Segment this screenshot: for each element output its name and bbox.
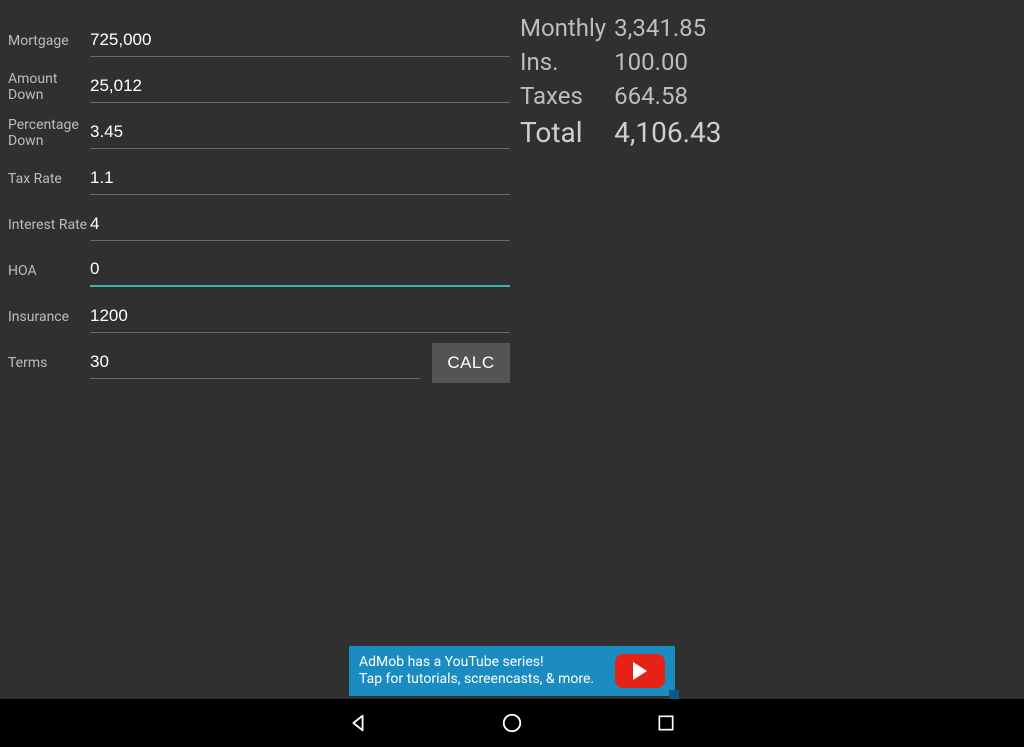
youtube-icon xyxy=(615,654,665,688)
result-row-ins: Ins. 100.00 xyxy=(520,48,729,82)
label-tax-rate: Tax Rate xyxy=(0,171,90,187)
hoa-input[interactable] xyxy=(90,255,510,287)
result-row-taxes: Taxes 664.58 xyxy=(520,82,729,116)
ad-text: AdMob has a YouTube series! Tap for tuto… xyxy=(359,654,607,689)
label-hoa: HOA xyxy=(0,263,90,279)
row-amount-down: Amount Down xyxy=(0,64,510,110)
result-label-taxes: Taxes xyxy=(520,82,614,116)
ad-banner[interactable]: AdMob has a YouTube series! Tap for tuto… xyxy=(349,646,675,696)
result-row-total: Total 4,106.43 xyxy=(520,116,729,155)
insurance-input[interactable] xyxy=(90,302,510,333)
amount-down-input[interactable] xyxy=(90,72,510,103)
result-row-monthly: Monthly 3,341.85 xyxy=(520,14,729,48)
row-percent-down: Percentage Down xyxy=(0,110,510,156)
percent-down-input[interactable] xyxy=(90,118,510,149)
ad-line2: Tap for tutorials, screencasts, & more. xyxy=(359,671,607,689)
results-panel: Monthly 3,341.85 Ins. 100.00 Taxes 664.5… xyxy=(520,14,729,155)
play-icon xyxy=(633,662,647,680)
interest-rate-input[interactable] xyxy=(90,210,510,241)
label-amount-down: Amount Down xyxy=(0,71,90,103)
result-value-total: 4,106.43 xyxy=(614,116,729,155)
result-value-taxes: 664.58 xyxy=(614,82,729,116)
row-mortgage: Mortgage xyxy=(0,18,510,64)
nav-home-button[interactable] xyxy=(500,711,524,735)
label-mortgage: Mortgage xyxy=(0,33,90,49)
nav-recent-button[interactable] xyxy=(654,711,678,735)
label-percent-down: Percentage Down xyxy=(0,117,90,149)
row-insurance: Insurance xyxy=(0,294,510,340)
row-interest-rate: Interest Rate xyxy=(0,202,510,248)
row-hoa: HOA xyxy=(0,248,510,294)
form-panel: Mortgage Amount Down Percentage Down Tax… xyxy=(0,18,510,386)
label-insurance: Insurance xyxy=(0,309,90,325)
tax-rate-input[interactable] xyxy=(90,164,510,195)
nav-back-button[interactable] xyxy=(346,711,370,735)
result-label-total: Total xyxy=(520,116,614,155)
ad-line1: AdMob has a YouTube series! xyxy=(359,654,607,672)
result-value-ins: 100.00 xyxy=(614,48,729,82)
result-value-monthly: 3,341.85 xyxy=(614,14,729,48)
app-root: Mortgage Amount Down Percentage Down Tax… xyxy=(0,0,1024,747)
label-interest-rate: Interest Rate xyxy=(0,217,90,233)
android-nav-bar xyxy=(0,699,1024,747)
calc-button[interactable]: CALC xyxy=(432,343,510,383)
mortgage-input[interactable] xyxy=(90,26,510,57)
terms-input[interactable] xyxy=(90,348,420,379)
result-label-monthly: Monthly xyxy=(520,14,614,48)
row-terms: Terms CALC xyxy=(0,340,510,386)
result-label-ins: Ins. xyxy=(520,48,614,82)
row-tax-rate: Tax Rate xyxy=(0,156,510,202)
label-terms: Terms xyxy=(0,355,90,371)
